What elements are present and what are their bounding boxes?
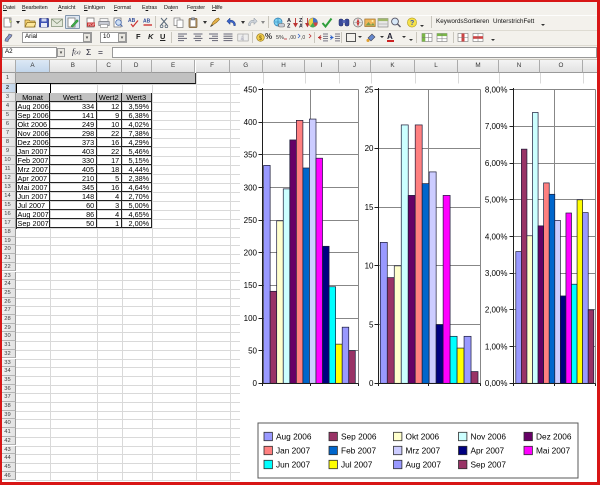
svg-text:4,00%: 4,00% bbox=[485, 232, 508, 241]
svg-text:5,00%: 5,00% bbox=[485, 196, 508, 205]
svg-text:Jan 2007: Jan 2007 bbox=[276, 446, 311, 456]
svg-text:0: 0 bbox=[253, 379, 258, 388]
svg-text:Mrz 2007: Mrz 2007 bbox=[406, 446, 441, 456]
svg-text:3,00%: 3,00% bbox=[485, 269, 508, 278]
svg-text:Okt 2006: Okt 2006 bbox=[406, 432, 440, 442]
svg-text:200: 200 bbox=[244, 249, 258, 258]
svg-text:8,00%: 8,00% bbox=[485, 86, 508, 95]
svg-text:Aug 2007: Aug 2007 bbox=[406, 460, 442, 470]
svg-text:450: 450 bbox=[244, 86, 258, 95]
svg-text:Aug 2006: Aug 2006 bbox=[276, 432, 312, 442]
svg-text:2,00%: 2,00% bbox=[485, 306, 508, 315]
svg-text:6,00%: 6,00% bbox=[485, 159, 508, 168]
svg-text:100: 100 bbox=[244, 314, 258, 323]
svg-text:Nov 2006: Nov 2006 bbox=[471, 432, 507, 442]
svg-text:15: 15 bbox=[365, 203, 374, 212]
svg-text:Mai 2007: Mai 2007 bbox=[536, 446, 571, 456]
svg-text:10: 10 bbox=[365, 262, 374, 271]
svg-text:25: 25 bbox=[365, 86, 374, 95]
svg-text:400: 400 bbox=[244, 118, 258, 127]
svg-text:Jun 2007: Jun 2007 bbox=[276, 460, 311, 470]
svg-text:Feb 2007: Feb 2007 bbox=[341, 446, 376, 456]
svg-text:Sep 2007: Sep 2007 bbox=[471, 460, 507, 470]
svg-text:Jul 2007: Jul 2007 bbox=[341, 460, 373, 470]
svg-text:50: 50 bbox=[248, 346, 257, 355]
svg-text:300: 300 bbox=[244, 183, 258, 192]
svg-text:1,00%: 1,00% bbox=[485, 342, 508, 351]
svg-text:Sep 2006: Sep 2006 bbox=[341, 432, 377, 442]
svg-text:5: 5 bbox=[369, 320, 374, 329]
svg-text:250: 250 bbox=[244, 216, 258, 225]
svg-text:150: 150 bbox=[244, 281, 258, 290]
svg-text:350: 350 bbox=[244, 151, 258, 160]
svg-text:20: 20 bbox=[365, 144, 374, 153]
svg-text:7,00%: 7,00% bbox=[485, 122, 508, 131]
svg-text:0: 0 bbox=[369, 379, 374, 388]
svg-text:0,00%: 0,00% bbox=[485, 379, 508, 388]
svg-text:Apr 2007: Apr 2007 bbox=[471, 446, 505, 456]
svg-text:Dez 2006: Dez 2006 bbox=[536, 432, 572, 442]
